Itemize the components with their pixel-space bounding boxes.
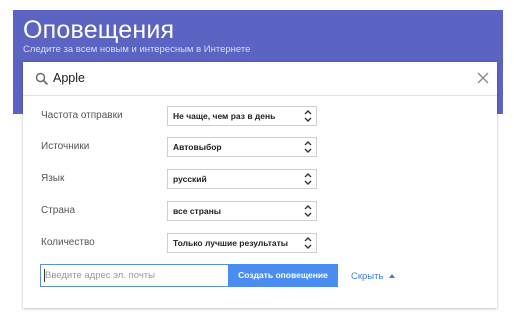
create-alert-button[interactable]: Создать оповещение (228, 264, 338, 287)
email-placeholder: Введите адрес эл. почты (45, 270, 155, 281)
select-arrows-icon (304, 205, 312, 217)
search-icon (35, 72, 49, 86)
search-bar[interactable]: Apple (23, 62, 497, 96)
option-label: Источники (41, 141, 90, 152)
option-label: Количество (41, 237, 95, 248)
option-label: Страна (41, 205, 76, 216)
country-select[interactable]: все страны (167, 201, 317, 221)
search-query[interactable]: Apple (53, 71, 85, 85)
select-value: Автовыбор (173, 142, 222, 152)
option-row-language: Язык русский (41, 169, 331, 191)
option-row-sources: Источники Автовыбор (41, 137, 331, 159)
select-value: Только лучшие результаты (173, 238, 289, 248)
select-value: Не чаще, чем раз в день (173, 111, 276, 121)
select-value: все страны (173, 206, 222, 216)
chevron-up-icon (389, 274, 396, 278)
option-row-quantity: Количество Только лучшие результаты (41, 233, 331, 255)
quantity-select[interactable]: Только лучшие результаты (167, 233, 317, 253)
close-icon[interactable] (475, 70, 491, 86)
page-title: Оповещения (23, 16, 175, 44)
page-subtitle: Следите за всем новым и интересным в Инт… (23, 44, 251, 55)
hide-options-link[interactable]: Скрыть (351, 271, 396, 282)
option-row-frequency: Частота отправки Не чаще, чем раз в день (41, 106, 331, 128)
text-caret (44, 269, 45, 282)
email-field[interactable]: Введите адрес эл. почты (40, 264, 229, 287)
sources-select[interactable]: Автовыбор (167, 137, 317, 157)
select-value: русский (173, 174, 207, 184)
alert-settings-card: Apple Частота отправки Не чаще, чем раз … (23, 62, 497, 308)
select-arrows-icon (304, 110, 312, 122)
option-row-country: Страна все страны (41, 201, 331, 223)
option-label: Частота отправки (41, 110, 123, 121)
option-label: Язык (41, 173, 65, 184)
frequency-select[interactable]: Не чаще, чем раз в день (167, 106, 317, 126)
hide-label: Скрыть (351, 271, 384, 282)
language-select[interactable]: русский (167, 169, 317, 189)
select-arrows-icon (304, 173, 312, 185)
select-arrows-icon (304, 141, 312, 153)
select-arrows-icon (304, 237, 312, 249)
